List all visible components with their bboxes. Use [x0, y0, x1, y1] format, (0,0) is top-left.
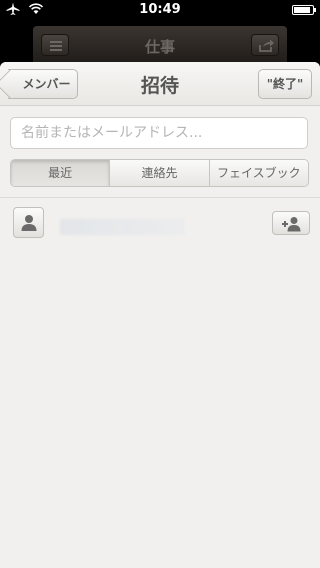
status-time: 10:49	[139, 2, 181, 17]
add-member-button[interactable]	[272, 211, 310, 235]
background-nav-title: 仕事	[144, 38, 175, 56]
segmented-control: 最近 連絡先 フェイスブック	[10, 159, 309, 187]
segment-recent[interactable]: 最近	[11, 160, 110, 186]
battery-icon	[292, 5, 316, 15]
segment-facebook[interactable]: フェイスブック	[208, 160, 308, 186]
done-button[interactable]: "終了"	[258, 69, 312, 99]
background-shade	[0, 20, 33, 66]
search-input[interactable]	[10, 117, 308, 149]
person-icon	[21, 215, 37, 231]
list-item[interactable]	[0, 207, 320, 241]
invite-sheet: メンバー 招待 "終了" 最近 連絡先 フェイスブック	[0, 62, 320, 568]
background-nav-bar: 仕事	[33, 26, 287, 66]
avatar	[13, 207, 44, 238]
divider	[0, 197, 320, 198]
status-bar: 10:49	[0, 0, 320, 20]
add-person-icon	[282, 217, 301, 232]
contact-name-redacted	[60, 219, 185, 235]
share-icon	[251, 34, 279, 56]
segment-contacts[interactable]: 連絡先	[109, 160, 209, 186]
navigation-bar: メンバー 招待 "終了"	[0, 62, 320, 106]
